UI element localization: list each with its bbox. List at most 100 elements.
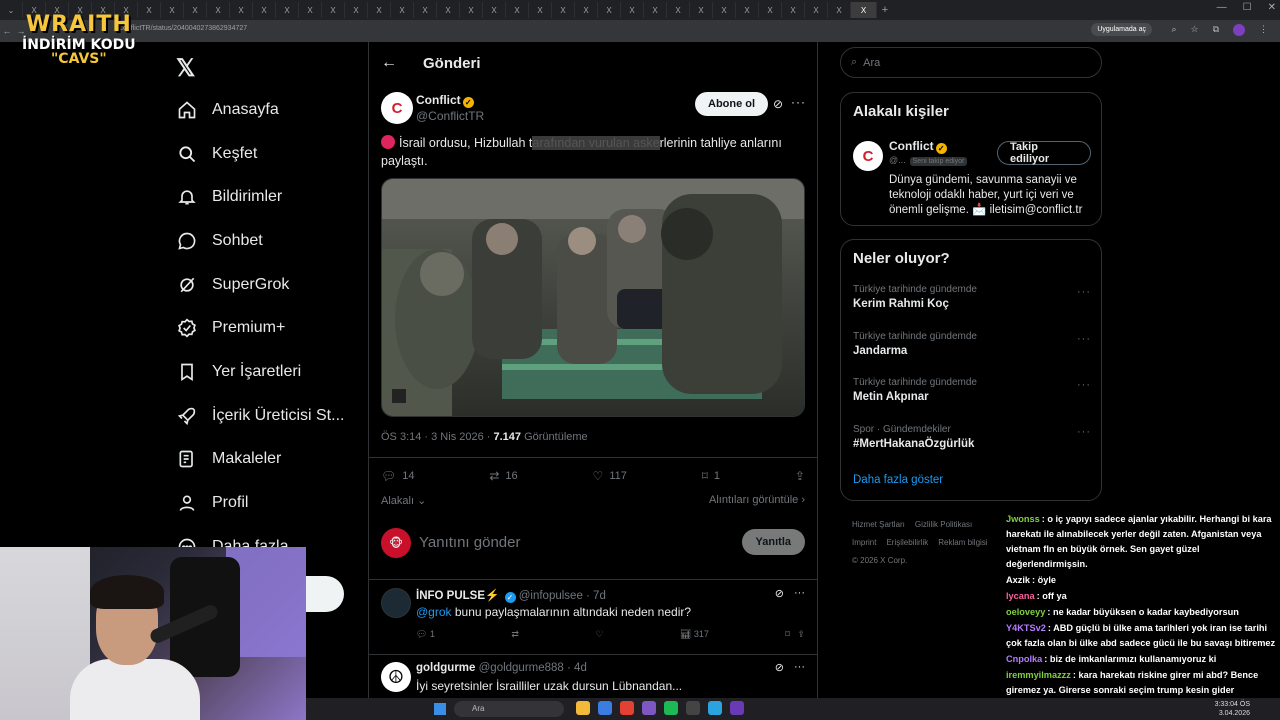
close-window-icon[interactable]: ✕ (1268, 2, 1276, 13)
chrome-icon[interactable] (620, 701, 634, 715)
post-button[interactable] (300, 576, 344, 612)
browser-tab[interactable]: X (552, 2, 575, 18)
sidebar-item[interactable]: SuperGrok (176, 263, 344, 307)
browser-tab[interactable]: X (621, 2, 644, 18)
star-icon[interactable]: ☆ (1190, 24, 1198, 36)
browser-tab[interactable]: X (437, 2, 460, 18)
avatar[interactable]: C (381, 92, 413, 124)
browser-tab[interactable]: X (828, 2, 851, 18)
footer-link[interactable]: Hizmet Şartları (852, 520, 905, 529)
chat-username[interactable]: lycana (1006, 591, 1035, 601)
browser-menu-icon[interactable]: ⋮ (1259, 24, 1268, 36)
sidebar-item[interactable]: Premium+ (176, 306, 344, 350)
chat-username[interactable]: Axzik (1006, 575, 1030, 585)
taskbar-search[interactable]: Ara (454, 701, 564, 717)
heart-icon[interactable]: ♡ (595, 629, 603, 640)
avatar[interactable]: 🐵︎ (381, 528, 411, 558)
trend-item[interactable]: Türkiye tarihinde gündemde Jandarma ··· (853, 331, 1091, 357)
footer-link[interactable]: Reklam bilgisi (938, 538, 987, 547)
share-action[interactable]: ⇪ (795, 469, 805, 483)
obs-icon[interactable] (686, 701, 700, 715)
author-name[interactable]: Conflict ✓ (416, 93, 474, 108)
browser-tab[interactable]: X (345, 2, 368, 18)
reply-input[interactable]: Yanıtını gönder (419, 534, 520, 551)
browser-tab[interactable]: X (391, 2, 414, 18)
post-time[interactable]: ÖS 3:14 · 3 Nis 2026 · (381, 431, 494, 443)
zoom-icon[interactable]: ⌕ (1171, 24, 1176, 36)
reply-action[interactable]: 💬︎ 14 (381, 469, 414, 483)
more-options-icon[interactable]: ··· (1077, 286, 1091, 298)
view-quotes-link[interactable]: Alıntıları görüntüle › (709, 494, 805, 506)
subscribe-button[interactable]: Abone ol (695, 92, 769, 116)
browser-tab[interactable]: X (161, 2, 184, 18)
browser-tab[interactable]: X (184, 2, 207, 18)
new-tab-icon[interactable]: + (877, 2, 893, 18)
sidebar-item[interactable]: Makaleler (176, 438, 344, 482)
browser-tab[interactable]: X (368, 2, 391, 18)
discord-icon[interactable] (642, 701, 656, 715)
edge-icon[interactable] (598, 701, 612, 715)
browser-tab[interactable]: X (667, 2, 690, 18)
sidebar-item[interactable]: Profil (176, 481, 344, 525)
browser-tab[interactable]: X (460, 2, 483, 18)
footer-link[interactable]: Erişilebilirlik (886, 538, 928, 547)
browser-tab[interactable]: X (851, 2, 877, 18)
repost-action[interactable]: ⇄ 16 (489, 469, 517, 483)
more-options-icon[interactable]: ··· (794, 661, 805, 674)
maximize-icon[interactable]: ☐ (1243, 2, 1252, 13)
tab-list-button[interactable]: ⌄ (0, 2, 23, 18)
search-input[interactable]: ⌕ Ara (840, 47, 1102, 78)
grok-icon[interactable]: ⊘ (775, 587, 784, 600)
chat-username[interactable]: iremmyilmazzz (1006, 670, 1071, 680)
browser-tab[interactable]: X (713, 2, 736, 18)
url-text[interactable]: /ConflictTR/status/2040040273862934727 (116, 25, 247, 32)
more-options-icon[interactable]: ··· (791, 95, 806, 109)
browser-tab[interactable]: X (506, 2, 529, 18)
chat-username[interactable]: Y4KTSv2 (1006, 623, 1046, 633)
browser-tab[interactable]: X (253, 2, 276, 18)
show-more-link[interactable]: Daha fazla göster (853, 474, 943, 486)
browser-tab[interactable]: X (690, 2, 713, 18)
system-clock[interactable]: 3:33:04 ÖS 3.04.2026 (1215, 700, 1250, 718)
footer-link[interactable]: Gizlilik Politikası (915, 520, 972, 529)
footer-link[interactable]: Imprint (852, 538, 876, 547)
more-options-icon[interactable]: ··· (1077, 379, 1091, 391)
reply-button[interactable]: Yanıtla (741, 529, 805, 555)
trend-item[interactable]: Türkiye tarihinde gündemde Metin Akpınar ·… (853, 377, 1091, 403)
more-options-icon[interactable]: ··· (794, 587, 805, 600)
more-options-icon[interactable]: ··· (1077, 426, 1091, 438)
sidebar-item[interactable]: İçerik Üreticisi St... (176, 394, 344, 438)
like-action[interactable]: ♡ 117 (593, 469, 627, 483)
bookmark-action[interactable]: ⌑ 1 (702, 469, 720, 483)
x-logo-icon[interactable]: 𝕏 (176, 54, 195, 83)
spotify-icon[interactable] (664, 701, 678, 715)
browser-tab[interactable]: X (276, 2, 299, 18)
browser-tab[interactable]: X (414, 2, 437, 18)
chat-username[interactable]: oeloveyy (1006, 607, 1045, 617)
post-image[interactable] (381, 178, 805, 417)
trend-item[interactable]: Spor · Gündemdekiler #MertHakanaÖzgürlük ·… (853, 424, 1091, 450)
browser-tab[interactable]: X (644, 2, 667, 18)
browser-tab[interactable]: X (138, 2, 161, 18)
minimize-icon[interactable]: — (1217, 2, 1227, 13)
grok-icon[interactable]: ⊘ (773, 97, 783, 111)
avatar[interactable] (381, 588, 411, 618)
open-in-app-button[interactable]: Uygulamada aç (1091, 23, 1152, 36)
extensions-icon[interactable]: ⧉ (1213, 24, 1219, 36)
sidebar-item[interactable]: Keşfet (176, 132, 344, 176)
browser-tab[interactable]: X (529, 2, 552, 18)
person-name[interactable]: Conflict ✓ (889, 139, 947, 154)
sort-dropdown[interactable]: Alakalı ⌄ (381, 495, 426, 507)
browser-tab[interactable]: X (230, 2, 253, 18)
sidebar-item[interactable]: Yer İşaretleri (176, 350, 344, 394)
browser-tab[interactable]: X (736, 2, 759, 18)
trend-item[interactable]: Türkiye tarihinde gündemde Kerim Rahmi Ko… (853, 284, 1091, 310)
chat-username[interactable]: Cnpolka (1006, 654, 1042, 664)
following-button[interactable]: Takip ediliyor (997, 141, 1091, 165)
footer-link[interactable]: © 2026 X Corp. (852, 556, 907, 565)
sidebar-item[interactable]: Bildirimler (176, 175, 344, 219)
sidebar-item[interactable]: Anasayfa (176, 88, 344, 132)
grok-icon[interactable]: ⊘ (775, 661, 784, 674)
twitch-icon[interactable] (730, 701, 744, 715)
more-options-icon[interactable]: ··· (1077, 333, 1091, 345)
